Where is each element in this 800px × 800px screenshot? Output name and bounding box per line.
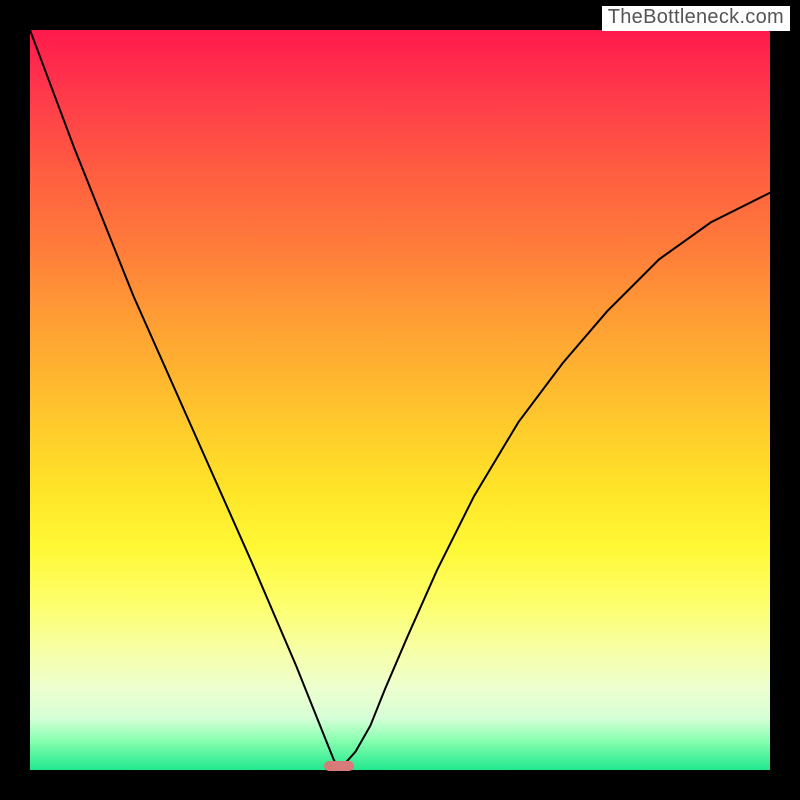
- chart-frame: TheBottleneck.com: [0, 0, 800, 800]
- optimal-point-marker: [324, 761, 354, 771]
- chart-plot-area: [30, 30, 770, 770]
- watermark-text: TheBottleneck.com: [602, 6, 790, 31]
